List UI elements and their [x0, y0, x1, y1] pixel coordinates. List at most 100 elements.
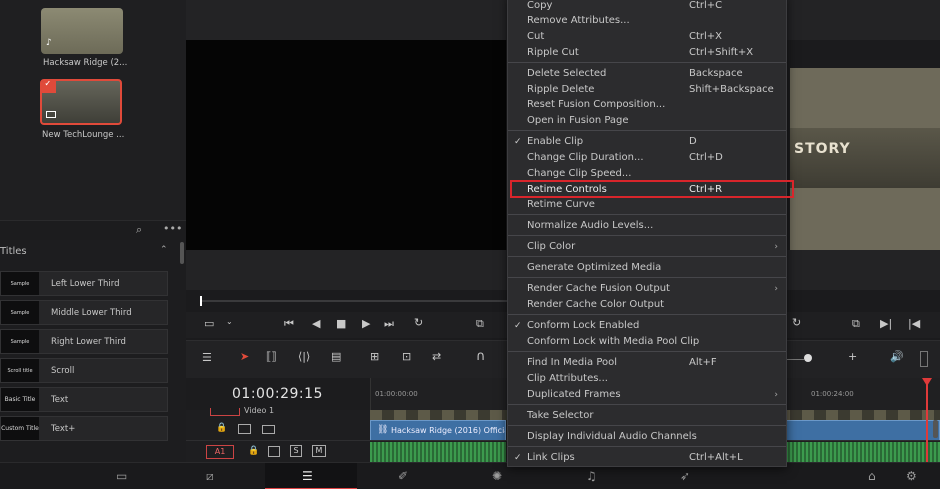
snapping-magnet-icon[interactable]: ∩: [476, 349, 486, 364]
match-frame-icon[interactable]: ⧉: [852, 317, 860, 331]
menu-item-open-in-fusion-page[interactable]: Open in Fusion Page: [508, 113, 786, 129]
play-icon[interactable]: ▶: [362, 317, 370, 330]
clip-thumbnail-techlounge[interactable]: ✓: [40, 79, 122, 125]
menu-item-link-clips[interactable]: ✓ Link Clips Ctrl+Alt+L: [508, 450, 786, 466]
match-frame-icon[interactable]: ⧉: [476, 317, 484, 331]
track-visibility-icon[interactable]: [262, 425, 275, 434]
track-badge-v1[interactable]: [210, 408, 240, 416]
menu-item-clip-color[interactable]: Clip Color ›: [508, 239, 786, 255]
menu-item-generate-optimized-media[interactable]: Generate Optimized Media: [508, 260, 786, 276]
dynamic-trim-icon[interactable]: ⟨|⟩: [298, 350, 310, 363]
titles-heading: Titles: [0, 246, 27, 257]
viewer-layout-icon[interactable]: ▭: [204, 317, 214, 330]
play-reverse-icon[interactable]: ◀: [312, 317, 320, 330]
viewer-scrubber[interactable]: [200, 296, 510, 306]
title-item-middle-lower-third[interactable]: Sample Middle Lower Third: [0, 300, 168, 325]
replace-clip-icon[interactable]: ⇄: [432, 350, 441, 363]
video-clip[interactable]: ⛓ Hacksaw Ridge (2016) Officia: [370, 420, 506, 442]
loop-icon[interactable]: ↻: [414, 316, 423, 329]
edit-page-icon[interactable]: ☰: [302, 469, 313, 483]
menu-separator: [508, 235, 786, 236]
menu-item-take-selector[interactable]: Take Selector: [508, 408, 786, 424]
collapse-chevron-icon[interactable]: ⌃: [160, 245, 168, 255]
track-badge-a1[interactable]: A1: [206, 445, 234, 459]
menu-item-display-individual-audio-channels[interactable]: Display Individual Audio Channels: [508, 429, 786, 445]
auto-select-icon[interactable]: [238, 424, 251, 434]
menu-separator: [508, 256, 786, 257]
menu-item-delete-selected[interactable]: Delete Selected Backspace: [508, 66, 786, 82]
menu-item-duplicated-frames[interactable]: Duplicated Frames ›: [508, 387, 786, 403]
scrollbar[interactable]: [933, 420, 938, 438]
menu-item-enable-clip[interactable]: ✓ Enable Clip D: [508, 134, 786, 150]
title-item-left-lower-third[interactable]: Sample Left Lower Third: [0, 271, 168, 296]
scrollbar[interactable]: [180, 242, 184, 264]
menu-item-conform-lock-with-media-pool-clip[interactable]: Conform Lock with Media Pool Clip: [508, 334, 786, 350]
loop-icon[interactable]: ↻: [792, 316, 801, 329]
audio-clip[interactable]: [370, 442, 506, 462]
search-icon[interactable]: ⌕: [136, 223, 142, 237]
title-item-text-plus[interactable]: Custom Title Text+: [0, 416, 168, 441]
menu-item-normalize-audio-levels[interactable]: Normalize Audio Levels...: [508, 218, 786, 234]
audio-clip[interactable]: [786, 442, 940, 462]
title-item-right-lower-third[interactable]: Sample Right Lower Third: [0, 329, 168, 354]
more-options-icon[interactable]: •••: [163, 222, 182, 235]
timeline-viewer[interactable]: STORY: [790, 68, 940, 250]
solo-button[interactable]: S: [290, 445, 302, 457]
chevron-down-icon[interactable]: ⌄: [226, 317, 233, 326]
mute-button[interactable]: M: [312, 445, 326, 457]
stop-icon[interactable]: ■: [336, 317, 346, 330]
menu-item-change-clip-duration[interactable]: Change Clip Duration... Ctrl+D: [508, 150, 786, 166]
timeline-playhead[interactable]: [922, 378, 932, 468]
previous-edit-icon[interactable]: |◀: [908, 317, 920, 330]
zoom-in-icon[interactable]: +: [848, 350, 857, 363]
auto-select-icon[interactable]: [268, 446, 280, 457]
lock-icon[interactable]: 🔒: [216, 423, 227, 433]
skip-to-start-icon[interactable]: ⏮: [284, 317, 294, 331]
cut-page-icon[interactable]: ⧄: [206, 469, 214, 484]
menu-item-ripple-delete[interactable]: Ripple Delete Shift+Backspace: [508, 82, 786, 98]
deliver-page-icon[interactable]: ➶: [680, 469, 690, 483]
menu-separator: [508, 351, 786, 352]
menu-item-remove-attributes[interactable]: Remove Attributes...: [508, 13, 786, 29]
source-viewer[interactable]: [186, 40, 506, 250]
trim-tool-icon[interactable]: ⟦⟧: [266, 350, 277, 363]
menu-item-ripple-cut[interactable]: Ripple Cut Ctrl+Shift+X: [508, 45, 786, 61]
title-preview: Scroll title: [1, 359, 39, 382]
speaker-icon[interactable]: 🔊: [890, 350, 904, 363]
selection-tool-icon[interactable]: ➤: [240, 350, 249, 363]
track-name: Video 1: [244, 406, 275, 415]
blade-tool-icon[interactable]: ▤: [331, 350, 341, 363]
gear-icon[interactable]: ⚙: [906, 469, 917, 483]
insert-clip-icon[interactable]: ⊞: [370, 350, 379, 363]
retime-controls-highlight: [510, 180, 794, 198]
menu-item-cut[interactable]: Cut Ctrl+X: [508, 29, 786, 45]
menu-item-render-cache-fusion-output[interactable]: Render Cache Fusion Output ›: [508, 281, 786, 297]
menu-item-clip-attributes[interactable]: Clip Attributes...: [508, 371, 786, 387]
color-page-icon[interactable]: ✺: [492, 469, 502, 483]
title-preview: Custom Title: [1, 417, 39, 440]
skip-to-end-icon[interactable]: ⏭: [384, 317, 394, 331]
title-item-scroll[interactable]: Scroll title Scroll: [0, 358, 168, 383]
menu-separator: [508, 404, 786, 405]
media-page-icon[interactable]: ▭: [116, 469, 127, 483]
menu-item-render-cache-color-output[interactable]: Render Cache Color Output: [508, 297, 786, 313]
menu-item-find-in-media-pool[interactable]: Find In Media Pool Alt+F: [508, 355, 786, 371]
scrubber-handle[interactable]: [200, 296, 202, 306]
video-clip[interactable]: [786, 420, 940, 442]
menu-item-retime-curve[interactable]: Retime Curve: [508, 197, 786, 213]
overwrite-clip-icon[interactable]: ⊡: [402, 350, 411, 363]
menu-item-reset-fusion-composition[interactable]: Reset Fusion Composition...: [508, 97, 786, 113]
zoom-slider-handle[interactable]: [804, 354, 812, 362]
menu-separator: [508, 214, 786, 215]
fusion-page-icon[interactable]: ✐: [398, 469, 408, 483]
menu-item-copy[interactable]: Copy Ctrl+C: [508, 0, 786, 14]
clip-thumbnail-hacksaw[interactable]: ♪: [41, 8, 123, 54]
lock-icon[interactable]: 🔒: [248, 446, 259, 456]
menu-item-conform-lock-enabled[interactable]: ✓ Conform Lock Enabled: [508, 318, 786, 334]
title-item-label: Scroll: [51, 366, 75, 376]
home-icon[interactable]: ⌂: [868, 469, 876, 483]
timeline-view-options-icon[interactable]: ☰: [202, 351, 212, 364]
next-frame-icon[interactable]: ▶|: [880, 317, 892, 330]
fairlight-page-icon[interactable]: ♫: [586, 469, 597, 483]
title-item-text[interactable]: Basic Title Text: [0, 387, 168, 412]
